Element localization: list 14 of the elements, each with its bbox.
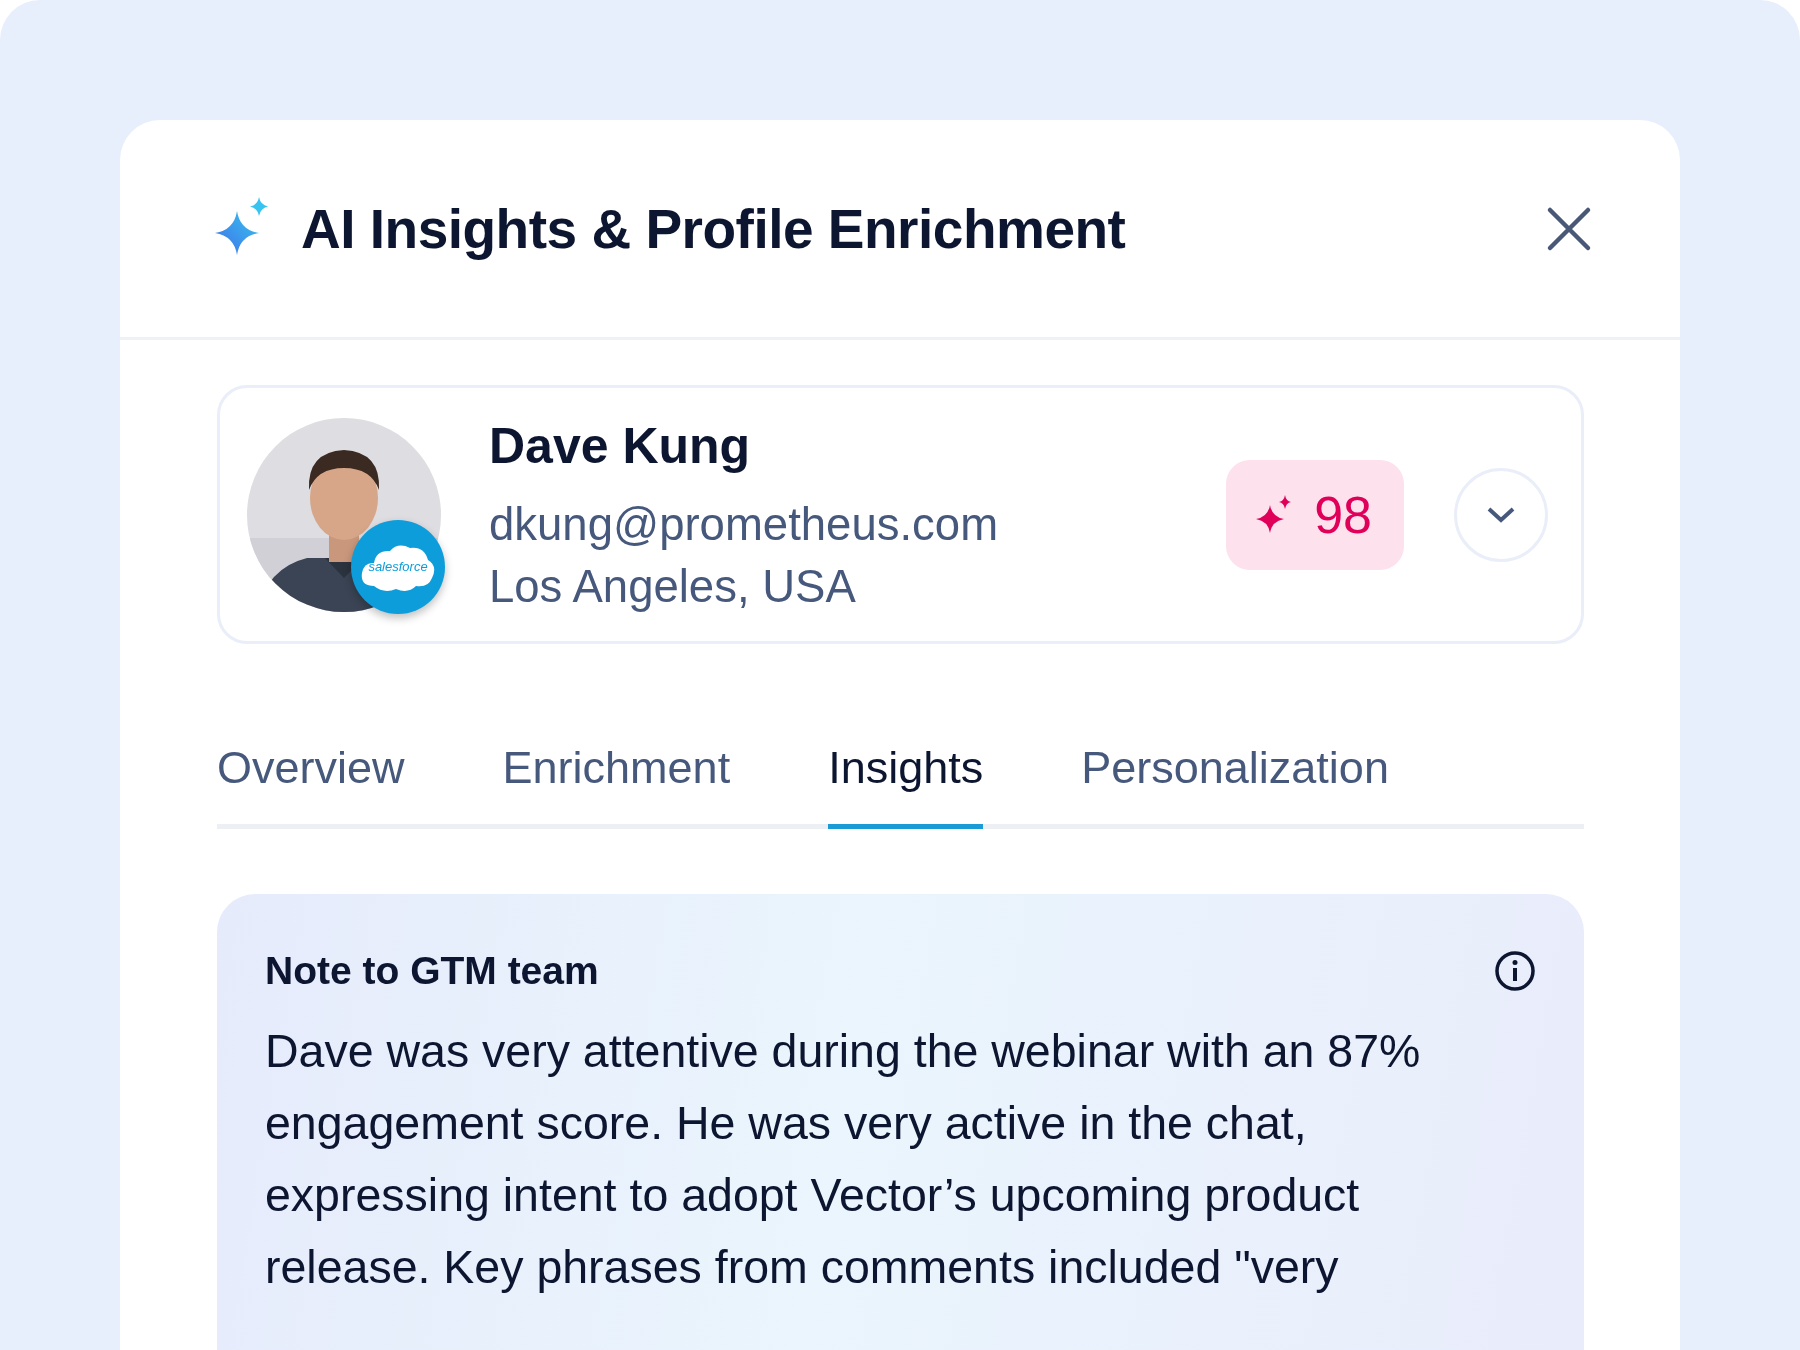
contact-location: Los Angeles, USA — [489, 560, 857, 613]
contact-name: Dave Kung — [489, 416, 752, 475]
note-title: Note to GTM team — [265, 949, 599, 993]
tab[interactable]: Insights — [828, 742, 984, 829]
tab[interactable]: Overview — [217, 742, 405, 829]
chevron-icon — [1486, 505, 1516, 524]
note-text: Dave was very attentive during the webinar with an 87% engagement score. He was very active in the chat, expressing intent to adopt Vector’s upcoming product release. Key phrases from comments included "very — [265, 1024, 1422, 1295]
tab[interactable]: Enrichment — [502, 742, 731, 829]
panel-title: AI Insights & Profile Enrichment — [301, 196, 1127, 261]
score-value: 98 — [1314, 484, 1372, 545]
info-icon[interactable] — [1494, 950, 1536, 992]
tab[interactable]: Personalization — [1081, 742, 1389, 829]
close-button[interactable] — [1546, 205, 1592, 252]
contact-email: dkung@prometheus.com — [489, 498, 1000, 551]
